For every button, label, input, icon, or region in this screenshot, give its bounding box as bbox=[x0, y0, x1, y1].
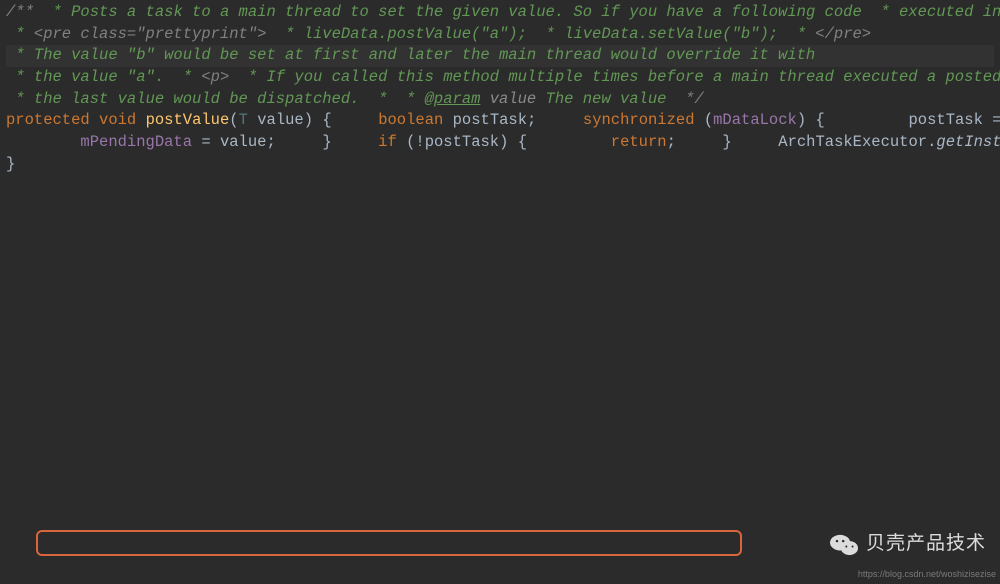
doc-line: * Posts a task to a main thread to set t… bbox=[43, 3, 862, 21]
highlighted-call: ArchTaskExecutor.getInstance().postToMai… bbox=[741, 133, 1000, 151]
method-signature: protected void postValue(T value) { bbox=[6, 111, 332, 129]
doc-open: /** bbox=[6, 3, 34, 21]
code-line: mPendingData = value; bbox=[6, 133, 276, 151]
doc-line: * </pre> bbox=[787, 25, 871, 43]
doc-line: * the last value would be dispatched. bbox=[6, 90, 359, 108]
watermark: 贝壳产品技术 bbox=[830, 531, 986, 558]
doc-close: */ bbox=[676, 90, 704, 108]
code-line: } bbox=[285, 133, 332, 151]
highlight-box bbox=[36, 530, 742, 556]
doc-line-highlight: * The value "b" would be set at first an… bbox=[6, 45, 994, 67]
code-line: } bbox=[685, 133, 732, 151]
watermark-text: 贝壳产品技术 bbox=[866, 531, 986, 558]
footer-url: https://blog.csdn.net/woshizisezise bbox=[858, 568, 996, 581]
doc-line: * <p> bbox=[173, 68, 229, 86]
wechat-icon bbox=[830, 533, 858, 557]
doc-param: * @param value The new value bbox=[397, 90, 667, 108]
doc-line: * the value "a". bbox=[6, 68, 164, 86]
doc-line: * liveData.postValue("a"); bbox=[276, 25, 527, 43]
doc-line: * If you called this method multiple tim… bbox=[239, 68, 1000, 86]
code-line: postTask = mPendingData == NOT_SET; bbox=[834, 111, 1000, 129]
code-line: boolean postTask; bbox=[341, 111, 536, 129]
code-line: } bbox=[6, 155, 15, 173]
code-line: return; bbox=[536, 133, 676, 151]
doc-line: * <pre class="prettyprint"> bbox=[6, 25, 266, 43]
doc-line: * liveData.setValue("b"); bbox=[536, 25, 778, 43]
code-block: /** * Posts a task to a main thread to s… bbox=[0, 0, 1000, 178]
code-line: if (!postTask) { bbox=[341, 133, 527, 151]
code-line: synchronized (mDataLock) { bbox=[546, 111, 825, 129]
doc-line: * bbox=[369, 90, 388, 108]
doc-line: * executed in the main thread: bbox=[871, 3, 1000, 21]
